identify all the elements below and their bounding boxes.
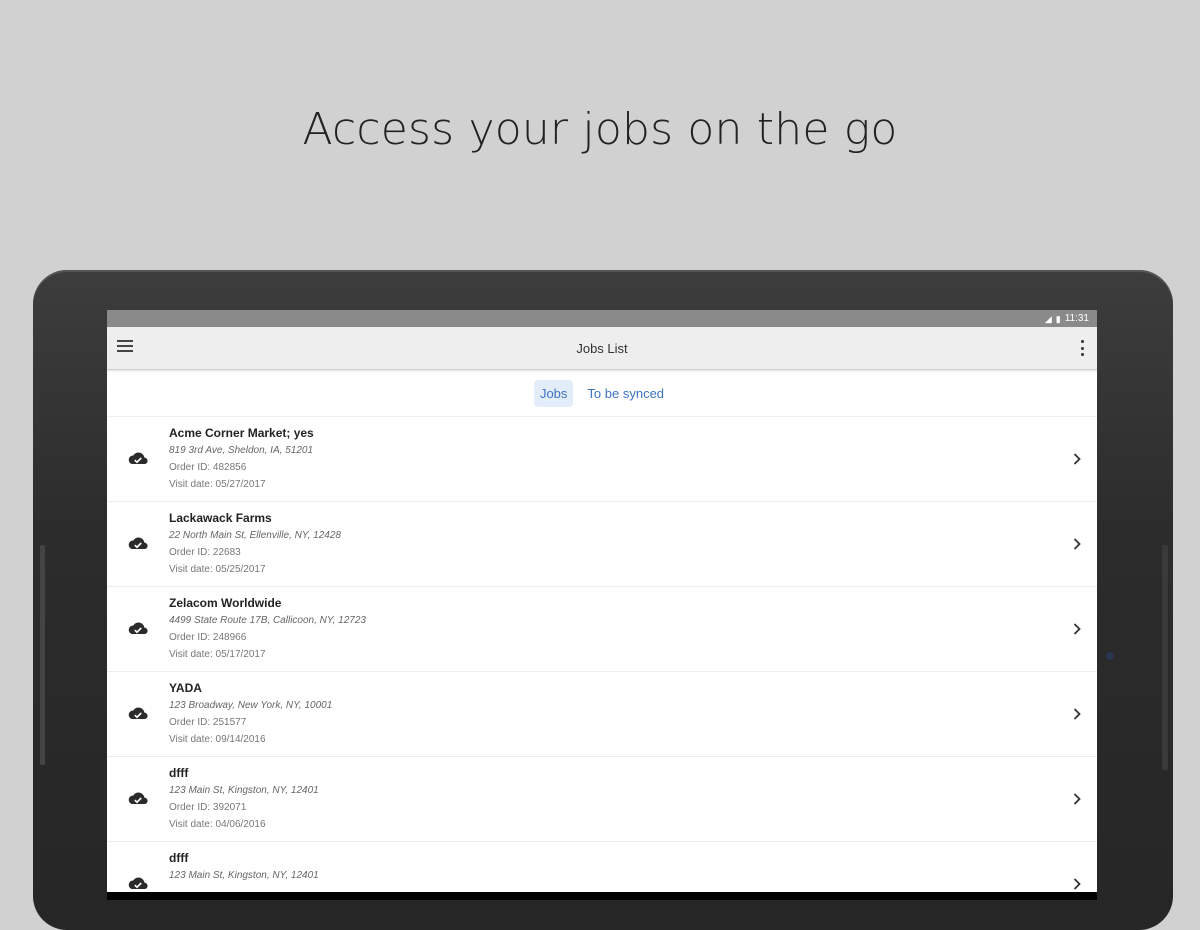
- job-order-id: Order ID: 392071: [169, 802, 247, 813]
- job-list-item[interactable]: dfff 123 Main St, Kingston, NY, 12401: [107, 842, 1097, 892]
- job-address: 4499 State Route 17B, Callicoon, NY, 127…: [169, 615, 366, 626]
- tab-bar: Jobs To be synced: [107, 370, 1097, 417]
- hamburger-menu-icon[interactable]: [117, 340, 133, 354]
- job-order-id: Order ID: 248966: [169, 632, 247, 643]
- job-list-item[interactable]: Lackawack Farms 22 North Main St, Ellenv…: [107, 502, 1097, 587]
- job-address: 22 North Main St, Ellenville, NY, 12428: [169, 530, 341, 541]
- navigation-bar: [107, 892, 1097, 900]
- job-name: Lackawack Farms: [169, 511, 272, 525]
- job-name: YADA: [169, 681, 202, 695]
- tablet-side-button-left: [40, 545, 45, 765]
- page-headline: Access your jobs on the go: [302, 104, 898, 155]
- job-name: Acme Corner Market; yes: [169, 426, 314, 440]
- chevron-right-icon: [1073, 878, 1081, 890]
- status-time: 11:31: [1064, 313, 1089, 324]
- signal-off-icon: ◢: [1044, 313, 1052, 324]
- chevron-right-icon: [1073, 453, 1081, 465]
- cloud-check-icon: [128, 877, 148, 890]
- tab-jobs[interactable]: Jobs: [533, 379, 574, 407]
- chevron-right-icon: [1073, 538, 1081, 550]
- job-list-item[interactable]: dfff 123 Main St, Kingston, NY, 12401 Or…: [107, 757, 1097, 842]
- job-list-item[interactable]: Zelacom Worldwide 4499 State Route 17B, …: [107, 587, 1097, 672]
- job-order-id: Order ID: 251577: [169, 717, 247, 728]
- cloud-check-icon: [128, 622, 148, 635]
- job-address: 123 Broadway, New York, NY, 10001: [169, 700, 333, 711]
- cloud-check-icon: [128, 707, 148, 720]
- job-order-id: Order ID: 22683: [169, 547, 241, 558]
- job-visit-date: Visit date: 05/17/2017: [169, 649, 266, 660]
- job-list-item[interactable]: YADA 123 Broadway, New York, NY, 10001 O…: [107, 672, 1097, 757]
- tab-to-be-synced[interactable]: To be synced: [581, 380, 670, 407]
- job-visit-date: Visit date: 09/14/2016: [169, 734, 266, 745]
- tablet-side-button-right: [1162, 545, 1168, 770]
- job-list-item[interactable]: Acme Corner Market; yes 819 3rd Ave, She…: [107, 417, 1097, 502]
- status-bar: ◢ ▮ 11:31: [107, 310, 1097, 327]
- app-bar: Jobs List: [107, 327, 1097, 370]
- battery-icon: ▮: [1055, 313, 1061, 324]
- jobs-list: Acme Corner Market; yes 819 3rd Ave, She…: [107, 417, 1097, 892]
- chevron-right-icon: [1073, 708, 1081, 720]
- job-name: dfff: [169, 851, 189, 865]
- tablet-screen: ◢ ▮ 11:31 Jobs List Jobs To be synced Ac…: [107, 310, 1097, 892]
- overflow-menu-icon[interactable]: [1079, 340, 1085, 356]
- job-name: dfff: [169, 766, 189, 780]
- job-address: 123 Main St, Kingston, NY, 12401: [169, 785, 319, 796]
- app-title: Jobs List: [576, 340, 628, 356]
- cloud-check-icon: [128, 537, 148, 550]
- job-address: 819 3rd Ave, Sheldon, IA, 51201: [169, 445, 313, 456]
- tablet-camera: [1106, 652, 1114, 660]
- job-visit-date: Visit date: 04/06/2016: [169, 819, 266, 830]
- cloud-check-icon: [128, 792, 148, 805]
- job-visit-date: Visit date: 05/25/2017: [169, 564, 266, 575]
- cloud-check-icon: [128, 452, 148, 465]
- job-visit-date: Visit date: 05/27/2017: [169, 479, 266, 490]
- job-name: Zelacom Worldwide: [169, 596, 282, 610]
- job-address: 123 Main St, Kingston, NY, 12401: [169, 870, 319, 881]
- chevron-right-icon: [1073, 623, 1081, 635]
- job-order-id: Order ID: 482856: [169, 462, 247, 473]
- chevron-right-icon: [1073, 793, 1081, 805]
